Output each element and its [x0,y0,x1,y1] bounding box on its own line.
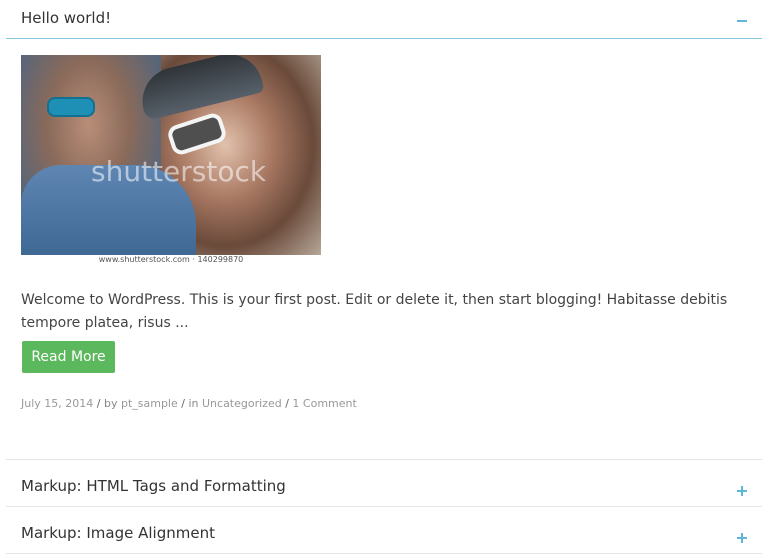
post-title[interactable]: Hello world! [21,9,111,27]
meta-by-label: by [103,397,121,410]
image-watermark: shutterstock [91,155,267,188]
minus-icon[interactable] [737,20,747,22]
read-more-button[interactable]: Read More [22,341,115,373]
post-meta: July 15, 2014 / by pt_sample / in Uncate… [21,397,357,410]
post-date-link[interactable]: July 15, 2014 [21,397,93,410]
accordion-header-html-tags[interactable]: Markup: HTML Tags and Formatting [6,459,762,506]
post-category-link[interactable]: Uncategorized [202,397,282,410]
image-sunglasses-blue [47,97,95,117]
meta-separator: / [281,397,293,410]
accordion-header-image-alignment[interactable]: Markup: Image Alignment [6,506,762,553]
plus-icon[interactable] [737,533,747,543]
meta-separator: / [93,397,104,410]
divider [6,553,762,554]
accordion-panel-hello-world: shutterstock www.shutterstock.com · 1402… [6,39,762,459]
post-accordion: Hello world! shutterstock www.shuttersto… [6,0,762,554]
meta-separator: / [177,397,189,410]
post-title[interactable]: Markup: Image Alignment [21,524,215,542]
plus-icon[interactable] [737,486,747,496]
accordion-header-hello-world[interactable]: Hello world! [6,0,762,39]
post-excerpt: Welcome to WordPress. This is your first… [21,292,728,331]
post-title[interactable]: Markup: HTML Tags and Formatting [21,477,286,495]
post-comments-link[interactable]: 1 Comment [292,397,356,410]
meta-in-label: in [188,397,202,410]
post-featured-image[interactable]: shutterstock [21,55,321,255]
image-caption: www.shutterstock.com · 140299870 [21,255,321,269]
post-author-link[interactable]: pt_sample [121,397,178,410]
